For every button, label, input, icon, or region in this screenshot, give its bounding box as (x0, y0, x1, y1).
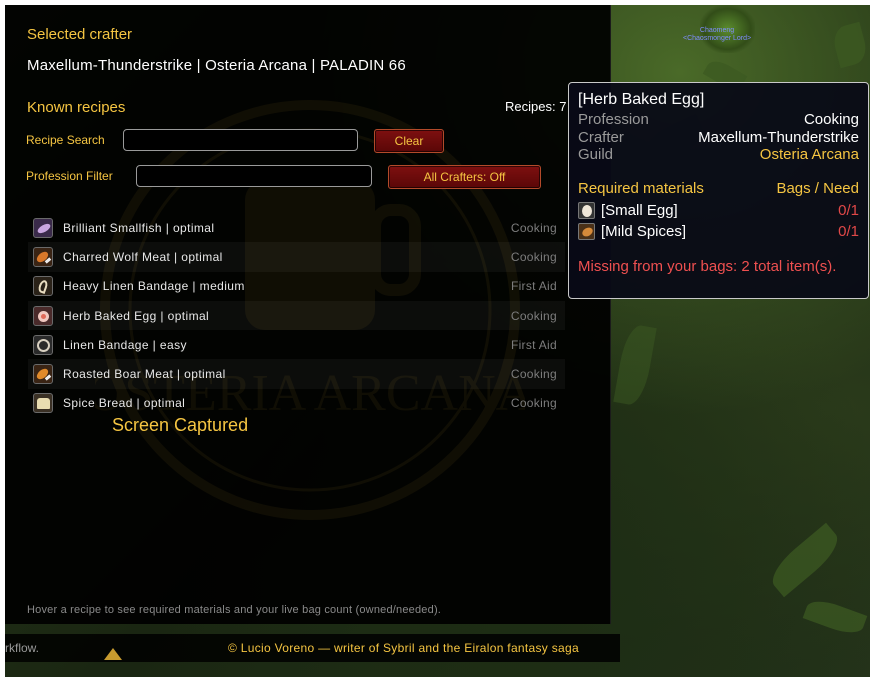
bags-need-heading: Bags / Need (776, 180, 859, 197)
clear-button[interactable]: Clear (374, 129, 444, 153)
character-nameplate: Chaomeng <Chaosmonger Lord> (683, 27, 751, 43)
tooltip-title: [Herb Baked Egg] (578, 91, 705, 108)
recipe-name: Spice Bread | optimal (63, 396, 186, 411)
nameplate-guild: <Chaosmonger Lord> (683, 35, 752, 42)
missing-items-warning: Missing from your bags: 2 total item(s). (578, 258, 837, 275)
recipe-name: Brilliant Smallfish | optimal (63, 220, 215, 235)
profession-filter-label: Profession Filter (26, 169, 113, 183)
recipe-tooltip: [Herb Baked Egg] Profession Cooking Craf… (568, 82, 869, 299)
spices-icon (578, 222, 595, 240)
tooltip-guild-label: Guild (578, 146, 614, 163)
tooltip-profession-label: Profession (578, 111, 649, 128)
recipe-profession: First Aid (510, 337, 557, 352)
required-materials-heading: Required materials (578, 180, 704, 197)
material-row: [Mild Spices] 0/1 (578, 221, 859, 241)
tooltip-guild-value: Osteria Arcana (759, 146, 859, 163)
known-recipes-heading: Known recipes (27, 99, 126, 116)
profession-filter-input[interactable] (136, 165, 372, 187)
recipe-row[interactable]: Brilliant Smallfish | optimal Cooking (28, 213, 565, 242)
bread-icon (33, 393, 53, 414)
selected-crafter-heading: Selected crafter (27, 26, 133, 43)
recipe-row[interactable]: Charred Wolf Meat | optimal Cooking (28, 242, 565, 272)
recipe-row[interactable]: Linen Bandage | easy First Aid (28, 330, 565, 359)
foliage (830, 21, 870, 69)
meat-leg-icon (33, 364, 53, 385)
footer-workflow-text: rkflow. (5, 641, 40, 655)
bandage-icon (33, 276, 53, 297)
all-crafters-toggle-button[interactable]: All Crafters: Off (388, 165, 541, 189)
recipe-list: Brilliant Smallfish | optimal Cooking Ch… (28, 213, 565, 418)
material-count: 0/1 (838, 201, 859, 219)
recipe-name: Roasted Boar Meat | optimal (63, 367, 226, 382)
recipe-name: Herb Baked Egg | optimal (63, 308, 210, 323)
nameplate-name: Chaomeng (699, 27, 735, 34)
recipe-row[interactable]: Heavy Linen Bandage | medium First Aid (28, 272, 565, 301)
material-row: [Small Egg] 0/1 (578, 200, 859, 220)
egg-icon (578, 201, 595, 219)
recipe-row[interactable]: Spice Bread | optimal Cooking (28, 389, 565, 418)
recipe-profession: Cooking (510, 396, 557, 411)
recipe-profession: Cooking (510, 220, 557, 235)
recipe-profession: Cooking (510, 249, 557, 264)
recipe-name: Heavy Linen Bandage | medium (63, 279, 245, 294)
recipe-name: Charred Wolf Meat | optimal (63, 249, 223, 264)
egg-icon (33, 305, 53, 326)
fish-icon (33, 217, 53, 238)
footer-copyright: © Lucio Voreno — writer of Sybril and th… (228, 641, 579, 655)
recipe-profession: First Aid (510, 279, 557, 294)
recipes-count: Recipes: 7 (505, 99, 567, 114)
recipe-name: Linen Bandage | easy (63, 337, 187, 352)
tooltip-profession-row: Profession Cooking (578, 111, 859, 129)
recipe-profession: Cooking (510, 367, 557, 382)
foliage (802, 595, 868, 639)
foliage (613, 323, 657, 407)
recipe-row[interactable]: Herb Baked Egg | optimal Cooking (28, 300, 565, 331)
screen-captured-notice: Screen Captured (112, 415, 249, 435)
tooltip-crafter-row: Crafter Maxellum-Thunderstrike (578, 129, 859, 147)
recipe-profession: Cooking (510, 308, 557, 323)
tooltip-profession-value: Cooking (803, 111, 859, 128)
crafter-addon-panel: OSTERIA ARCANA Selected crafter Maxellum… (5, 5, 611, 624)
material-name: [Small Egg] (601, 201, 678, 219)
recipe-search-label: Recipe Search (26, 133, 105, 147)
tooltip-crafter-value: Maxellum-Thunderstrike (698, 129, 859, 146)
recipe-row[interactable]: Roasted Boar Meat | optimal Cooking (28, 359, 565, 389)
material-count: 0/1 (838, 222, 859, 240)
tooltip-guild-row: Guild Osteria Arcana (578, 146, 859, 164)
meat-leg-icon (33, 246, 53, 267)
material-name: [Mild Spices] (601, 222, 687, 240)
foliage (764, 522, 846, 598)
bandage-roll-icon (33, 334, 53, 355)
recipe-search-input[interactable] (123, 129, 358, 151)
crafter-info-line: Maxellum-Thunderstrike | Osteria Arcana … (27, 57, 406, 74)
tooltip-crafter-label: Crafter (578, 129, 624, 146)
hint-text: Hover a recipe to see required materials… (27, 604, 442, 616)
arrow-up-icon[interactable] (104, 648, 122, 660)
